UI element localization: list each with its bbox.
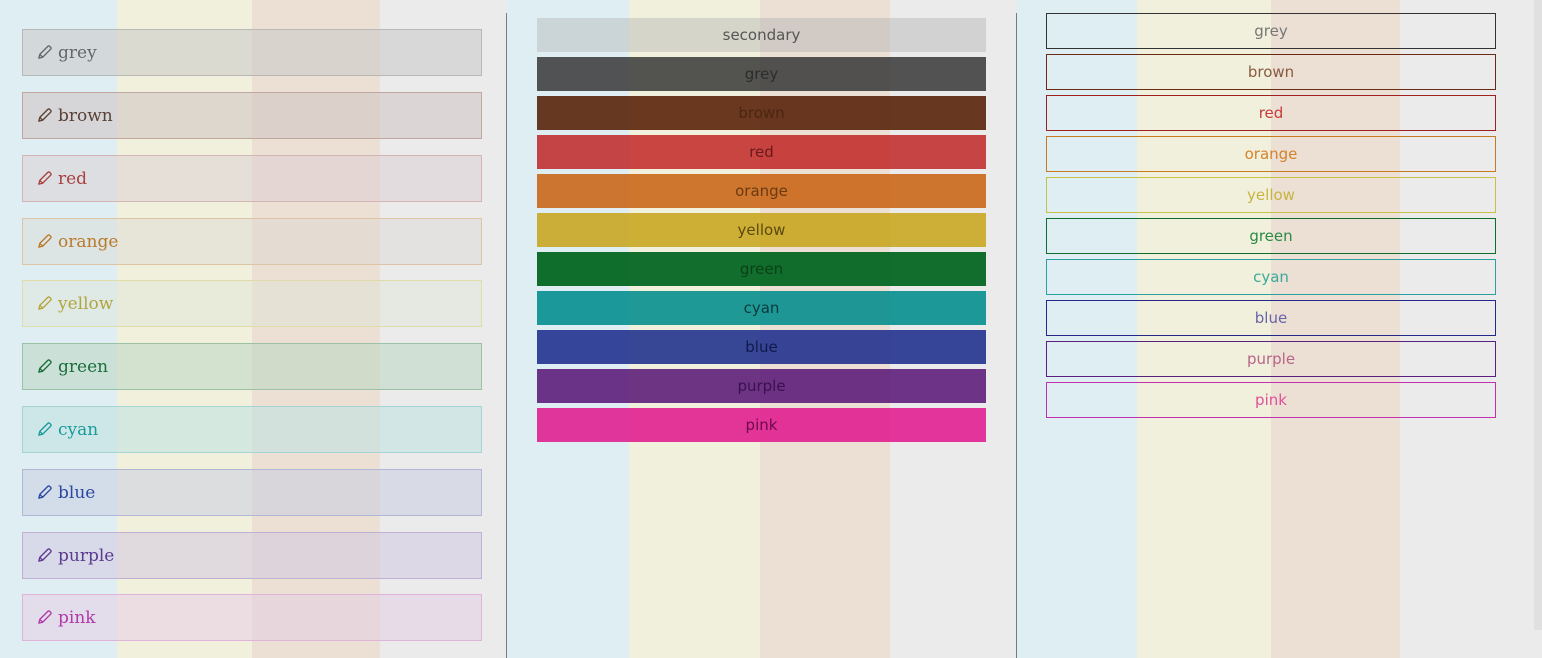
color-card-label: red: [58, 168, 88, 189]
color-bar-brown[interactable]: brown: [537, 96, 986, 130]
right-panel: grey brown red orange yellow green cyan blue pur…: [1017, 0, 1542, 658]
outline-box-grey[interactable]: grey: [1046, 13, 1496, 49]
color-card-yellow[interactable]: yellow: [22, 280, 482, 327]
color-bar-purple[interactable]: purple: [537, 369, 986, 403]
color-bar-green[interactable]: green: [537, 252, 986, 286]
outline-box-green[interactable]: green: [1046, 218, 1496, 254]
color-bar-yellow[interactable]: yellow: [537, 213, 986, 247]
outline-box-cyan[interactable]: cyan: [1046, 259, 1496, 295]
outline-box-orange[interactable]: orange: [1046, 136, 1496, 172]
color-card-blue[interactable]: blue: [22, 469, 482, 516]
pencil-icon[interactable]: [36, 484, 53, 501]
color-card-label: pink: [58, 607, 96, 628]
pencil-icon[interactable]: [36, 547, 53, 564]
middle-panel: secondary grey brown red orange yellow green cy…: [507, 0, 1016, 658]
color-card-purple[interactable]: purple: [22, 532, 482, 579]
color-card-label: purple: [58, 545, 115, 566]
color-card-orange[interactable]: orange: [22, 218, 482, 265]
color-card-label: orange: [58, 231, 119, 252]
pencil-icon[interactable]: [36, 170, 53, 187]
pencil-icon[interactable]: [36, 44, 53, 61]
color-card-grey[interactable]: grey: [22, 29, 482, 76]
pencil-icon[interactable]: [36, 358, 53, 375]
pencil-icon[interactable]: [36, 295, 53, 312]
color-card-label: yellow: [58, 293, 114, 314]
left-panel: grey brown red orange yellow green cyan blue pur…: [0, 0, 506, 658]
color-bar-red[interactable]: red: [537, 135, 986, 169]
color-card-label: cyan: [58, 419, 99, 440]
outline-box-red[interactable]: red: [1046, 95, 1496, 131]
outline-box-pink[interactable]: pink: [1046, 382, 1496, 418]
color-card-label: brown: [58, 105, 113, 126]
vertical-scrollbar[interactable]: [1534, 0, 1542, 630]
pencil-icon[interactable]: [36, 107, 53, 124]
color-bar-blue[interactable]: blue: [537, 330, 986, 364]
outline-box-blue[interactable]: blue: [1046, 300, 1496, 336]
color-card-brown[interactable]: brown: [22, 92, 482, 139]
color-card-pink[interactable]: pink: [22, 594, 482, 641]
pencil-icon[interactable]: [36, 609, 53, 626]
outline-box-purple[interactable]: purple: [1046, 341, 1496, 377]
color-card-label: grey: [58, 42, 97, 63]
color-card-red[interactable]: red: [22, 155, 482, 202]
color-bar-orange[interactable]: orange: [537, 174, 986, 208]
outline-box-yellow[interactable]: yellow: [1046, 177, 1496, 213]
outline-box-brown[interactable]: brown: [1046, 54, 1496, 90]
color-card-green[interactable]: green: [22, 343, 482, 390]
color-card-label: blue: [58, 482, 96, 503]
color-bar-pink[interactable]: pink: [537, 408, 986, 442]
pencil-icon[interactable]: [36, 421, 53, 438]
pencil-icon[interactable]: [36, 233, 53, 250]
color-bar-cyan[interactable]: cyan: [537, 291, 986, 325]
color-bar-secondary[interactable]: secondary: [537, 18, 986, 52]
color-card-cyan[interactable]: cyan: [22, 406, 482, 453]
color-bar-grey[interactable]: grey: [537, 57, 986, 91]
color-card-label: green: [58, 356, 109, 377]
